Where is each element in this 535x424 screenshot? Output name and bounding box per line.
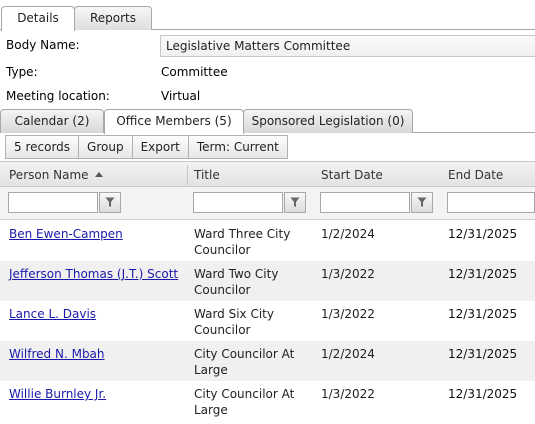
column-header-person-name-label: Person Name — [9, 168, 89, 182]
sort-ascending-icon — [94, 172, 103, 177]
start-date-filter-input[interactable] — [320, 192, 410, 213]
grid-header: Person Name Title Start Date End Date — [0, 161, 535, 187]
start-date-cell: 1/2/2024 — [321, 347, 375, 361]
table-row: Ben Ewen-Campen Ward Three City Councilo… — [0, 221, 535, 261]
title-filter-button[interactable] — [284, 192, 306, 213]
title-cell: Ward Three City Councilor — [194, 227, 291, 257]
column-header-start-date[interactable]: Start Date — [321, 162, 383, 186]
type-value: Committee — [161, 65, 228, 79]
column-separator — [187, 165, 188, 185]
column-header-end-date[interactable]: End Date — [448, 162, 503, 186]
table-row: Willie Burnley Jr. City Councilor At Lar… — [0, 381, 535, 421]
filter-row — [0, 187, 535, 220]
grid-toolbar: 5 records Group Export Term: Current — [5, 135, 288, 159]
table-row: Jefferson Thomas (J.T.) Scott Ward Two C… — [0, 261, 535, 301]
tab-reports[interactable]: Reports — [74, 6, 152, 30]
title-cell: City Councilor At Large — [194, 347, 295, 377]
type-label: Type: — [6, 65, 38, 79]
person-name-link[interactable]: Willie Burnley Jr. — [9, 386, 106, 402]
filter-icon — [290, 197, 300, 207]
filter-icon — [417, 197, 427, 207]
end-date-cell: 12/31/2025 — [448, 267, 518, 281]
meeting-location-label: Meeting location: — [6, 89, 110, 103]
filter-icon — [105, 197, 115, 207]
end-date-filter-input[interactable] — [447, 192, 535, 213]
end-date-cell: 12/31/2025 — [448, 307, 518, 321]
start-date-cell: 1/3/2022 — [321, 267, 375, 281]
body-name-label: Body Name: — [6, 38, 80, 52]
column-header-title[interactable]: Title — [194, 162, 220, 186]
column-header-person-name[interactable]: Person Name — [9, 162, 103, 186]
table-row: Lance L. Davis Ward Six City Councilor 1… — [0, 301, 535, 341]
end-date-cell: 12/31/2025 — [448, 227, 518, 241]
person-name-filter-input[interactable] — [8, 192, 98, 213]
title-filter-input[interactable] — [193, 192, 283, 213]
end-date-cell: 12/31/2025 — [448, 387, 518, 401]
term-filter-button[interactable]: Term: Current — [189, 136, 287, 158]
title-cell: Ward Two City Councilor — [194, 267, 279, 297]
tab-calendar[interactable]: Calendar (2) — [0, 109, 104, 133]
person-name-link[interactable]: Wilfred N. Mbah — [9, 346, 105, 362]
person-name-link[interactable]: Ben Ewen-Campen — [9, 226, 123, 242]
export-button[interactable]: Export — [133, 136, 189, 158]
start-date-filter-button[interactable] — [411, 192, 433, 213]
title-cell: City Councilor At Large — [194, 387, 295, 417]
tab-details[interactable]: Details — [1, 6, 75, 31]
table-row: Wilfred N. Mbah City Councilor At Large … — [0, 341, 535, 381]
meeting-location-value: Virtual — [161, 89, 201, 103]
title-cell: Ward Six City Councilor — [194, 307, 274, 337]
body-name-field: Legislative Matters Committee — [160, 35, 535, 57]
person-name-link[interactable]: Lance L. Davis — [9, 306, 96, 322]
person-name-filter-button[interactable] — [99, 192, 121, 213]
start-date-cell: 1/3/2022 — [321, 387, 375, 401]
tab-office-members[interactable]: Office Members (5) — [104, 109, 244, 134]
group-button[interactable]: Group — [79, 136, 133, 158]
tab-sponsored-legislation[interactable]: Sponsored Legislation (0) — [243, 109, 413, 133]
person-name-link[interactable]: Jefferson Thomas (J.T.) Scott — [9, 266, 178, 282]
records-count-button[interactable]: 5 records — [6, 136, 80, 158]
start-date-cell: 1/3/2022 — [321, 307, 375, 321]
end-date-cell: 12/31/2025 — [448, 347, 518, 361]
start-date-cell: 1/2/2024 — [321, 227, 375, 241]
